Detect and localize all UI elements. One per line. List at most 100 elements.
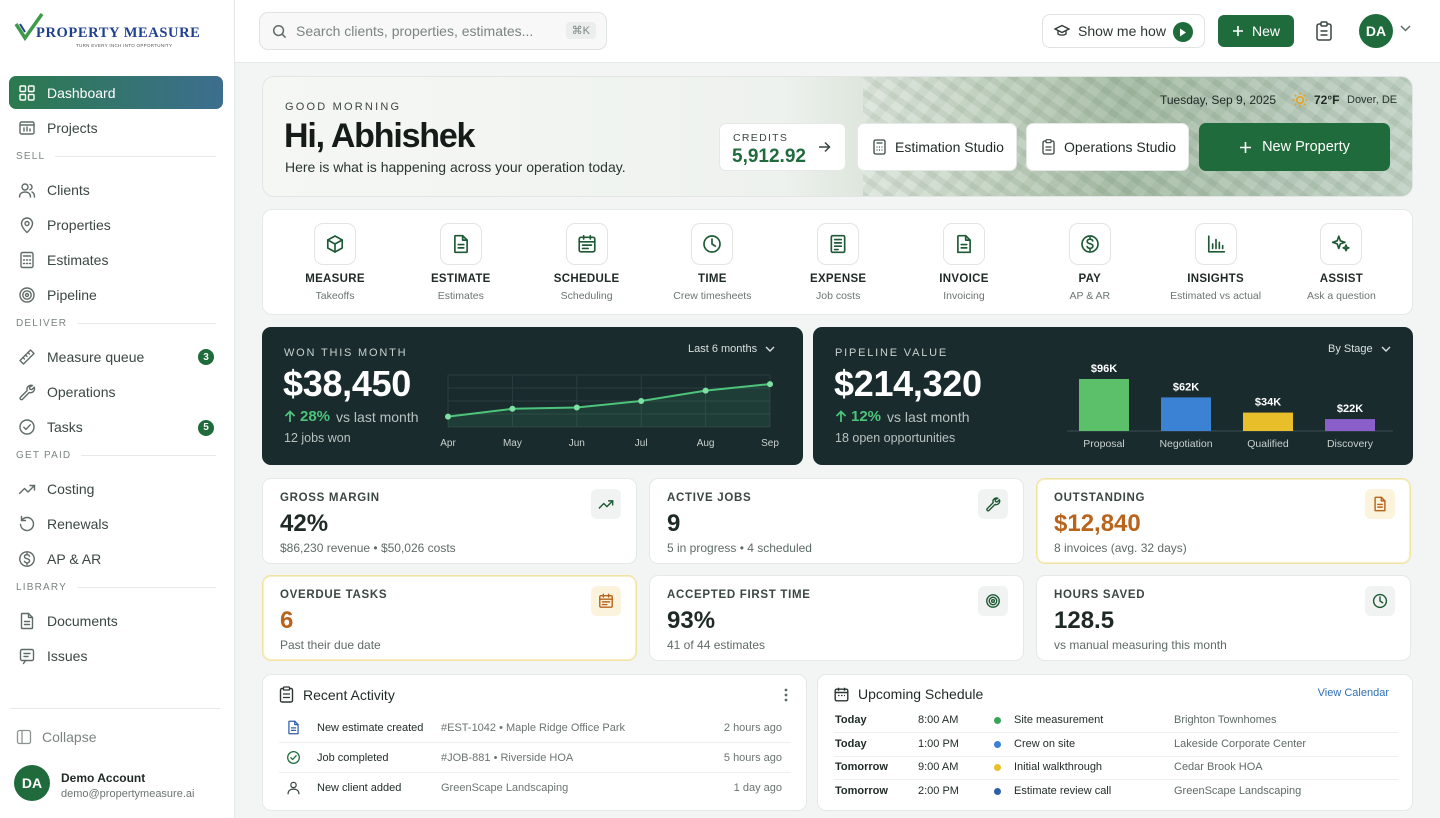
chevron-down-icon xyxy=(765,346,775,352)
stage-select[interactable]: By Stage xyxy=(1328,343,1391,355)
chevron-down-icon[interactable] xyxy=(1400,25,1411,32)
list-item[interactable]: New estimate created #EST-1042 • Maple Ri… xyxy=(279,713,791,743)
clock-icon xyxy=(1365,586,1395,616)
arrow-up-icon xyxy=(835,410,847,423)
sidebar-item-pipeline[interactable]: Pipeline xyxy=(9,279,223,312)
stat-value: 42% xyxy=(280,510,329,537)
sidebar-item-estimates[interactable]: Estimates xyxy=(9,244,223,277)
quick-action-assist[interactable]: ASSIST Ask a question xyxy=(1269,210,1395,316)
cube-icon xyxy=(314,223,356,265)
schedule-row[interactable]: Tomorrow 9:00 AM Initial walkthrough Cedar … xyxy=(834,756,1398,780)
operations-studio-label: Operations Studio xyxy=(1064,139,1177,155)
sidebar-item-dashboard[interactable]: Dashboard xyxy=(9,76,223,109)
show-me-how-button[interactable]: Show me how xyxy=(1042,14,1205,48)
activity-time: 5 hours ago xyxy=(723,752,782,764)
pipeline-bar-chart: $96K Proposal $62K Negotiation $34K Qualified… xyxy=(1067,363,1393,450)
clipboard-icon xyxy=(279,686,294,703)
quick-action-insights[interactable]: INSIGHTS Estimated vs actual xyxy=(1144,210,1270,316)
more-options-icon[interactable] xyxy=(784,688,788,702)
sidebar-item-costing[interactable]: Costing xyxy=(9,472,223,505)
quick-action-measure[interactable]: MEASURE Takeoffs xyxy=(263,210,389,316)
logo[interactable]: PROPERTY MEASURE TURN EVERY INCH INTO OP… xyxy=(14,10,214,54)
dollar-icon xyxy=(1068,223,1111,265)
quick-action-sub: Crew timesheets xyxy=(673,290,752,302)
pipeline-pct: 12% xyxy=(851,408,882,425)
check-circle-icon xyxy=(18,418,36,436)
sidebar-item-properties[interactable]: Properties xyxy=(9,208,223,241)
stat-card-outstanding[interactable]: OUTSTANDING $12,840 8 invoices (avg. 32 da… xyxy=(1036,478,1411,564)
stat-card-hours-saved[interactable]: HOURS SAVED 128.5 vs manual measuring this… xyxy=(1036,575,1411,661)
sidebar-item-tasks[interactable]: Tasks 5 xyxy=(9,411,223,444)
stat-card-gross-margin[interactable]: GROSS MARGIN 42% $86,230 revenue • $50,026… xyxy=(262,478,637,564)
greeting: GOOD MORNING xyxy=(285,101,402,113)
bar xyxy=(1161,397,1211,431)
sidebar-item-documents[interactable]: Documents xyxy=(9,604,223,637)
pipeline-vs: vs last month xyxy=(887,408,970,425)
quick-action-expense[interactable]: EXPENSE Job costs xyxy=(766,210,892,316)
data-point xyxy=(509,405,516,412)
new-button[interactable]: New xyxy=(1218,15,1294,47)
x-tick-label: May xyxy=(503,438,522,449)
quick-action-invoice[interactable]: INVOICE Invoicing xyxy=(892,210,1018,316)
quick-action-time[interactable]: TIME Crew timesheets xyxy=(640,210,766,316)
credits-label: CREDITS xyxy=(733,132,789,144)
quick-action-sub: AP & AR xyxy=(1069,290,1111,302)
sidebar-item-measure-queue[interactable]: Measure queue 3 xyxy=(9,340,223,373)
schedule-time: 8:00 AM xyxy=(918,714,959,726)
calendar-icon xyxy=(591,586,621,616)
wrench-icon xyxy=(978,489,1008,519)
quick-actions: MEASURE Takeoffs ESTIMATE Estimates SCHEDULE… xyxy=(262,209,1413,315)
sidebar-item-operations[interactable]: Operations xyxy=(9,376,223,409)
collapse-button[interactable]: Collapse xyxy=(16,729,96,745)
operations-studio-button[interactable]: Operations Studio xyxy=(1026,123,1189,171)
sidebar-section-title: DELIVER xyxy=(16,318,216,329)
schedule-row[interactable]: Today 8:00 AM Site measurement Brighton Tow… xyxy=(834,709,1398,733)
stat-card-accepted-first-time[interactable]: ACCEPTED FIRST TIME 93% 41 of 44 estimates xyxy=(649,575,1024,661)
estimation-studio-label: Estimation Studio xyxy=(895,139,1004,155)
clipboard-icon[interactable] xyxy=(1315,21,1333,41)
pipeline-value-card: PIPELINE VALUE $214,320 12% vs last mont… xyxy=(813,327,1413,465)
quick-action-sub: Scheduling xyxy=(560,290,613,302)
credits-card[interactable]: CREDITS 5,912.92 xyxy=(719,123,846,171)
target-icon xyxy=(18,286,36,304)
sidebar-item-issues[interactable]: Issues xyxy=(9,639,223,672)
quick-action-label: MEASURE xyxy=(305,273,365,285)
page-title: Hi, Abhishek xyxy=(284,117,475,155)
activity-time: 1 day ago xyxy=(733,782,782,794)
quick-action-sub: Estimated vs actual xyxy=(1170,290,1262,302)
x-tick-label: Negotiation xyxy=(1159,438,1212,450)
clock-icon xyxy=(691,223,734,265)
weather-temp: 72°F xyxy=(1314,93,1340,107)
won-delta: 28% vs last month xyxy=(284,408,419,425)
sidebar-item-renewals[interactable]: Renewals xyxy=(9,507,223,540)
search-input[interactable]: Search clients, properties, estimates...… xyxy=(259,12,607,50)
won-vs: vs last month xyxy=(336,408,419,425)
estimation-studio-button[interactable]: Estimation Studio xyxy=(857,123,1017,171)
stat-card-overdue-tasks[interactable]: OVERDUE TASKS 6 Past their due date xyxy=(262,575,637,661)
x-tick-label: Jul xyxy=(635,438,648,449)
new-property-button[interactable]: New Property xyxy=(1199,123,1390,171)
view-calendar-link[interactable]: View Calendar xyxy=(1318,687,1389,699)
list-item[interactable]: Job completed #JOB-881 • Riverside HOA 5 h… xyxy=(279,743,791,773)
quick-action-estimate[interactable]: ESTIMATE Estimates xyxy=(389,210,515,316)
top-header: Search clients, properties, estimates...… xyxy=(235,0,1440,63)
quick-action-pay[interactable]: PAY AP & AR xyxy=(1018,210,1144,316)
sidebar-item-projects[interactable]: Projects xyxy=(9,112,223,145)
range-select-value: Last 6 months xyxy=(688,343,758,355)
stat-card-active-jobs[interactable]: ACTIVE JOBS 9 5 in progress • 4 scheduled xyxy=(649,478,1024,564)
sidebar-item-ap-ar[interactable]: AP & AR xyxy=(9,543,223,576)
quick-action-schedule[interactable]: SCHEDULE Scheduling xyxy=(515,210,641,316)
list-item[interactable]: New client added GreenScape Landscaping 1 … xyxy=(279,773,791,803)
schedule-row[interactable]: Tomorrow 2:00 PM Estimate review call Green… xyxy=(834,780,1398,804)
plus-icon xyxy=(1232,25,1244,37)
account-menu[interactable]: DA Demo Account demo@propertymeasure.ai xyxy=(14,765,264,805)
user-avatar[interactable]: DA xyxy=(1359,14,1393,48)
brand-tagline: TURN EVERY INCH INTO OPPORTUNITY xyxy=(76,43,173,48)
panel-title: Recent Activity xyxy=(279,686,395,703)
schedule-row[interactable]: Today 1:00 PM Crew on site Lakeside Corpora… xyxy=(834,733,1398,757)
quick-action-label: TIME xyxy=(698,273,727,285)
x-tick-label: Jun xyxy=(569,438,585,449)
range-select[interactable]: Last 6 months xyxy=(688,343,775,355)
sidebar-item-clients[interactable]: Clients xyxy=(9,173,223,206)
quick-action-label: INSIGHTS xyxy=(1187,273,1244,285)
